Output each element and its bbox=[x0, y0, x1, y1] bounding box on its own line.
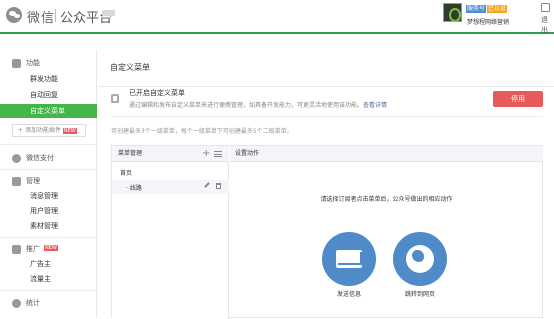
beta-badge bbox=[102, 10, 115, 16]
send-message-button[interactable] bbox=[322, 232, 376, 286]
sidebar-item-mass-send[interactable]: 群发功能 bbox=[0, 72, 97, 86]
sidebar-divider bbox=[0, 237, 97, 238]
sidebar-item-messages[interactable]: 消息管理 bbox=[0, 189, 97, 203]
details-link[interactable]: 查看详情 bbox=[363, 102, 387, 109]
sidebar-divider bbox=[0, 169, 97, 170]
delete-icon[interactable] bbox=[216, 183, 221, 189]
account-type-tag: 服务号 bbox=[466, 5, 487, 13]
sort-menu-icon[interactable] bbox=[214, 151, 222, 157]
send-message-label: 发送信息 bbox=[336, 291, 361, 298]
sidebar: 功能 群发功能 自动回复 自定义菜单 + 添加功能插件 NEW 微信支付 管理 … bbox=[0, 50, 97, 318]
menu-item-route[interactable]: · 线路 bbox=[126, 183, 142, 192]
sidebar-item-users[interactable]: 用户管理 bbox=[0, 204, 97, 218]
sidebar-item-publisher[interactable]: 流量主 bbox=[0, 272, 97, 286]
add-menu-icon[interactable]: + bbox=[202, 146, 210, 162]
notice-title: 已开启自定义菜单 bbox=[129, 89, 185, 97]
new-badge: NEW bbox=[44, 245, 58, 251]
pay-icon bbox=[12, 154, 21, 163]
page-title: 自定义菜单 bbox=[110, 63, 150, 72]
globe-icon bbox=[406, 245, 434, 273]
sidebar-item-advertiser[interactable]: 广告主 bbox=[0, 257, 97, 271]
menu-limit-hint: 可创建最多3个一级菜单，每个一级菜单下可创建最多5个二级菜单。 bbox=[111, 128, 293, 135]
exit-link[interactable]: 退出 bbox=[541, 15, 554, 35]
envelope-icon bbox=[336, 250, 362, 268]
menu-management-pane: 菜单管理 + 首页 · 线路 bbox=[112, 146, 229, 319]
jump-to-webpage-label: 跳转到网页 bbox=[404, 291, 435, 298]
grid-icon bbox=[12, 59, 21, 68]
menu-item-home[interactable]: 首页 bbox=[120, 168, 132, 177]
menu-management-header: 菜单管理 bbox=[112, 146, 229, 162]
account-name[interactable]: 梦想程网络营销 bbox=[467, 17, 509, 26]
stop-button[interactable]: 停用 bbox=[493, 91, 543, 107]
title-divider bbox=[98, 86, 554, 87]
wechat-logo-icon bbox=[6, 7, 22, 23]
folder-icon bbox=[12, 177, 21, 186]
action-settings-header: 设置动作 bbox=[230, 146, 543, 162]
plus-icon: + bbox=[18, 127, 25, 134]
notice-divider bbox=[111, 116, 543, 117]
action-prompt: 请选择订阅者点击菜单后，公众号做出的相应动作 bbox=[320, 196, 453, 203]
sidebar-divider bbox=[0, 290, 97, 291]
sidebar-item-auto-reply[interactable]: 自动回复 bbox=[0, 88, 97, 102]
sidebar-item-materials[interactable]: 素材管理 bbox=[0, 219, 97, 233]
exit-icon[interactable] bbox=[541, 3, 550, 12]
sidebar-divider bbox=[0, 144, 97, 145]
brand-divider bbox=[55, 9, 56, 22]
new-badge: NEW bbox=[62, 127, 77, 134]
top-bar: 微信 公众平台 服务号 已认证 梦想程网络营销 退出 bbox=[0, 0, 554, 34]
brand-name: 微信 bbox=[27, 11, 56, 26]
megaphone-icon bbox=[12, 245, 21, 254]
verified-tag: 已认证 bbox=[487, 5, 508, 13]
account-avatar[interactable] bbox=[443, 3, 462, 22]
sidebar-item-custom-menu[interactable]: 自定义菜单 bbox=[0, 104, 97, 118]
menu-editor-panel: 菜单管理 + 首页 · 线路 设置动作 请选择订阅者点击菜单后，公众号做出的相应… bbox=[111, 145, 543, 319]
notice-description: 通过编辑和发布自定义菜单来进行便携管理，如具备开发能力，可更灵活地使用该功能。查… bbox=[129, 102, 388, 109]
lock-icon bbox=[111, 94, 119, 103]
jump-to-webpage-button[interactable] bbox=[393, 232, 447, 286]
chart-icon bbox=[12, 299, 21, 308]
add-plugin-button[interactable]: + 添加功能插件 NEW bbox=[12, 124, 86, 137]
